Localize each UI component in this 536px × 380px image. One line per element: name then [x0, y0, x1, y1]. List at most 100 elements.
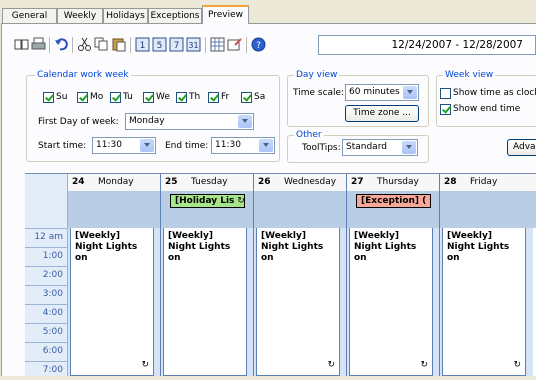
chevron-down-icon[interactable] [402, 141, 416, 154]
day-column[interactable]: 26 Wednesday [Weekly] Night Lights on ↻ [254, 174, 347, 376]
tooltips-value: Standard [346, 142, 387, 152]
paste-icon[interactable] [111, 37, 126, 52]
checkbox-th[interactable] [176, 92, 187, 103]
time-label: 3:00 [25, 285, 67, 304]
appointment-subject: [Weekly] Night Lights on [261, 231, 324, 263]
help-icon[interactable]: ? [251, 37, 266, 52]
svg-text:1: 1 [140, 41, 146, 51]
first-day-value: Monday [129, 116, 165, 126]
exception-badge[interactable]: [Exception] ( [356, 194, 431, 208]
day-column[interactable]: 24 Monday [Weekly] Night Lights on ↻ [68, 174, 161, 376]
checkbox-fr[interactable] [208, 92, 219, 103]
day-number: 28 [444, 177, 457, 187]
label-we: We [156, 92, 170, 102]
time-label: 6:00 [25, 342, 67, 361]
checkbox-sa[interactable] [241, 92, 252, 103]
checkbox-su[interactable] [43, 92, 54, 103]
week-view-icon[interactable]: 7 [169, 37, 184, 52]
other-legend: Other [294, 129, 324, 141]
calendar-preview: 12 am 1:00 2:00 3:00 4:00 5:00 6:00 7:00… [25, 173, 536, 376]
tab-weekly[interactable]: Weekly [57, 8, 103, 23]
appointment-subject: [Weekly] Night Lights on [447, 231, 510, 263]
label-mo: Mo [90, 92, 104, 102]
chevron-down-icon[interactable] [140, 139, 154, 152]
day-name: Thursday [377, 177, 419, 187]
chevron-down-icon[interactable] [238, 115, 252, 128]
work-week-view-icon[interactable]: 5 [152, 37, 167, 52]
chevron-down-icon[interactable] [403, 86, 417, 99]
day-header: 24 Monday [68, 174, 160, 191]
time-ruler: 12 am 1:00 2:00 3:00 4:00 5:00 6:00 7:00 [25, 174, 68, 376]
undo-icon[interactable] [54, 37, 69, 52]
recurrence-icon: ↻ [141, 360, 149, 370]
start-time-select[interactable]: 11:30 [92, 137, 156, 154]
appointment[interactable]: [Weekly] Night Lights on ↻ [70, 228, 154, 376]
show-time-as-clocks-label: Show time as clocks [453, 88, 536, 98]
holiday-badge[interactable]: [Holiday Lis ↻ [170, 194, 245, 208]
day-name: Tuesday [191, 177, 228, 187]
tooltips-select[interactable]: Standard [342, 139, 418, 156]
appointment[interactable]: [Weekly] Night Lights on ↻ [349, 228, 433, 376]
recurrence-icon: ↻ [420, 360, 428, 370]
chevron-down-icon[interactable] [259, 139, 273, 152]
tab-general[interactable]: General [2, 8, 57, 23]
appointment-subject: [Weekly] Night Lights on [75, 231, 138, 263]
first-day-select[interactable]: Monday [125, 113, 254, 130]
checkbox-tu[interactable] [110, 92, 121, 103]
show-end-time-checkbox[interactable] [440, 104, 451, 115]
label-sa: Sa [254, 92, 266, 102]
recurrence-icon: ↻ [513, 360, 521, 370]
day-body: [Weekly] Night Lights on ↻ [254, 228, 346, 376]
day-header: 25 Tuesday [161, 174, 253, 191]
appointment[interactable]: [Weekly] Night Lights on [163, 228, 247, 376]
time-scale-label: Time scale: [293, 88, 345, 98]
week-view-group: Week view [436, 69, 536, 127]
grid-icon[interactable] [210, 37, 225, 52]
first-day-label: First Day of week: [38, 117, 119, 127]
copy-icon[interactable] [94, 37, 109, 52]
tab-preview[interactable]: Preview [202, 5, 249, 24]
time-label: 7:00 [25, 361, 67, 380]
day-body: [Weekly] Night Lights on ↻ [347, 228, 439, 376]
time-scale-select[interactable]: 60 minutes [345, 84, 419, 101]
tab-strip: General Weekly Holidays Exceptions Previ… [0, 0, 536, 24]
day-column[interactable]: 27 Thursday [Exception] ( [Weekly] Night… [347, 174, 440, 376]
tab-holidays[interactable]: Holidays [103, 8, 148, 23]
month-view-icon[interactable]: 31 [186, 37, 201, 52]
date-range-display: 12/24/2007 - 12/28/2007 [318, 35, 536, 55]
print-icon[interactable] [31, 37, 46, 52]
holiday-badge-label: [Holiday Lis [175, 196, 235, 206]
day-column[interactable]: 25 Tuesday [Holiday Lis ↻ [Weekly] Night… [161, 174, 254, 376]
advanced-button[interactable]: Advan [507, 139, 536, 156]
end-time-select[interactable]: 11:30 [211, 137, 275, 154]
open-book-icon[interactable] [14, 37, 29, 52]
checkbox-mo[interactable] [77, 92, 88, 103]
end-time-value: 11:30 [215, 140, 241, 150]
appointment[interactable]: [Weekly] Night Lights on ↻ [442, 228, 526, 376]
time-label: 1:00 [25, 247, 67, 266]
day-body: [Weekly] Night Lights on ↻ [440, 228, 533, 376]
tooltips-label: ToolTips: [302, 143, 341, 153]
end-time-label: End time: [165, 141, 209, 151]
start-time-value: 11:30 [96, 140, 122, 150]
time-label: 12 am [25, 228, 67, 247]
toolbar: 1 5 7 31 ? [14, 35, 314, 55]
svg-text:7: 7 [174, 41, 180, 51]
day-name: Wednesday [284, 177, 337, 187]
day-body: [Weekly] Night Lights on [161, 228, 253, 376]
day-number: 27 [351, 177, 364, 187]
properties-icon[interactable] [227, 37, 242, 52]
tab-exceptions[interactable]: Exceptions [148, 8, 202, 23]
day-number: 24 [72, 177, 85, 187]
day-number: 26 [258, 177, 271, 187]
label-tu: Tu [123, 92, 133, 102]
cut-icon[interactable] [77, 37, 92, 52]
time-zone-button[interactable]: Time zone ... [345, 105, 419, 122]
day-header: 26 Wednesday [254, 174, 346, 191]
day-view-icon[interactable]: 1 [135, 37, 150, 52]
day-column[interactable]: 28 Friday [Weekly] Night Lights on ↻ [440, 174, 533, 376]
day-header: 27 Thursday [347, 174, 439, 191]
appointment[interactable]: [Weekly] Night Lights on ↻ [256, 228, 340, 376]
checkbox-we[interactable] [143, 92, 154, 103]
show-time-as-clocks-checkbox[interactable] [440, 88, 451, 99]
